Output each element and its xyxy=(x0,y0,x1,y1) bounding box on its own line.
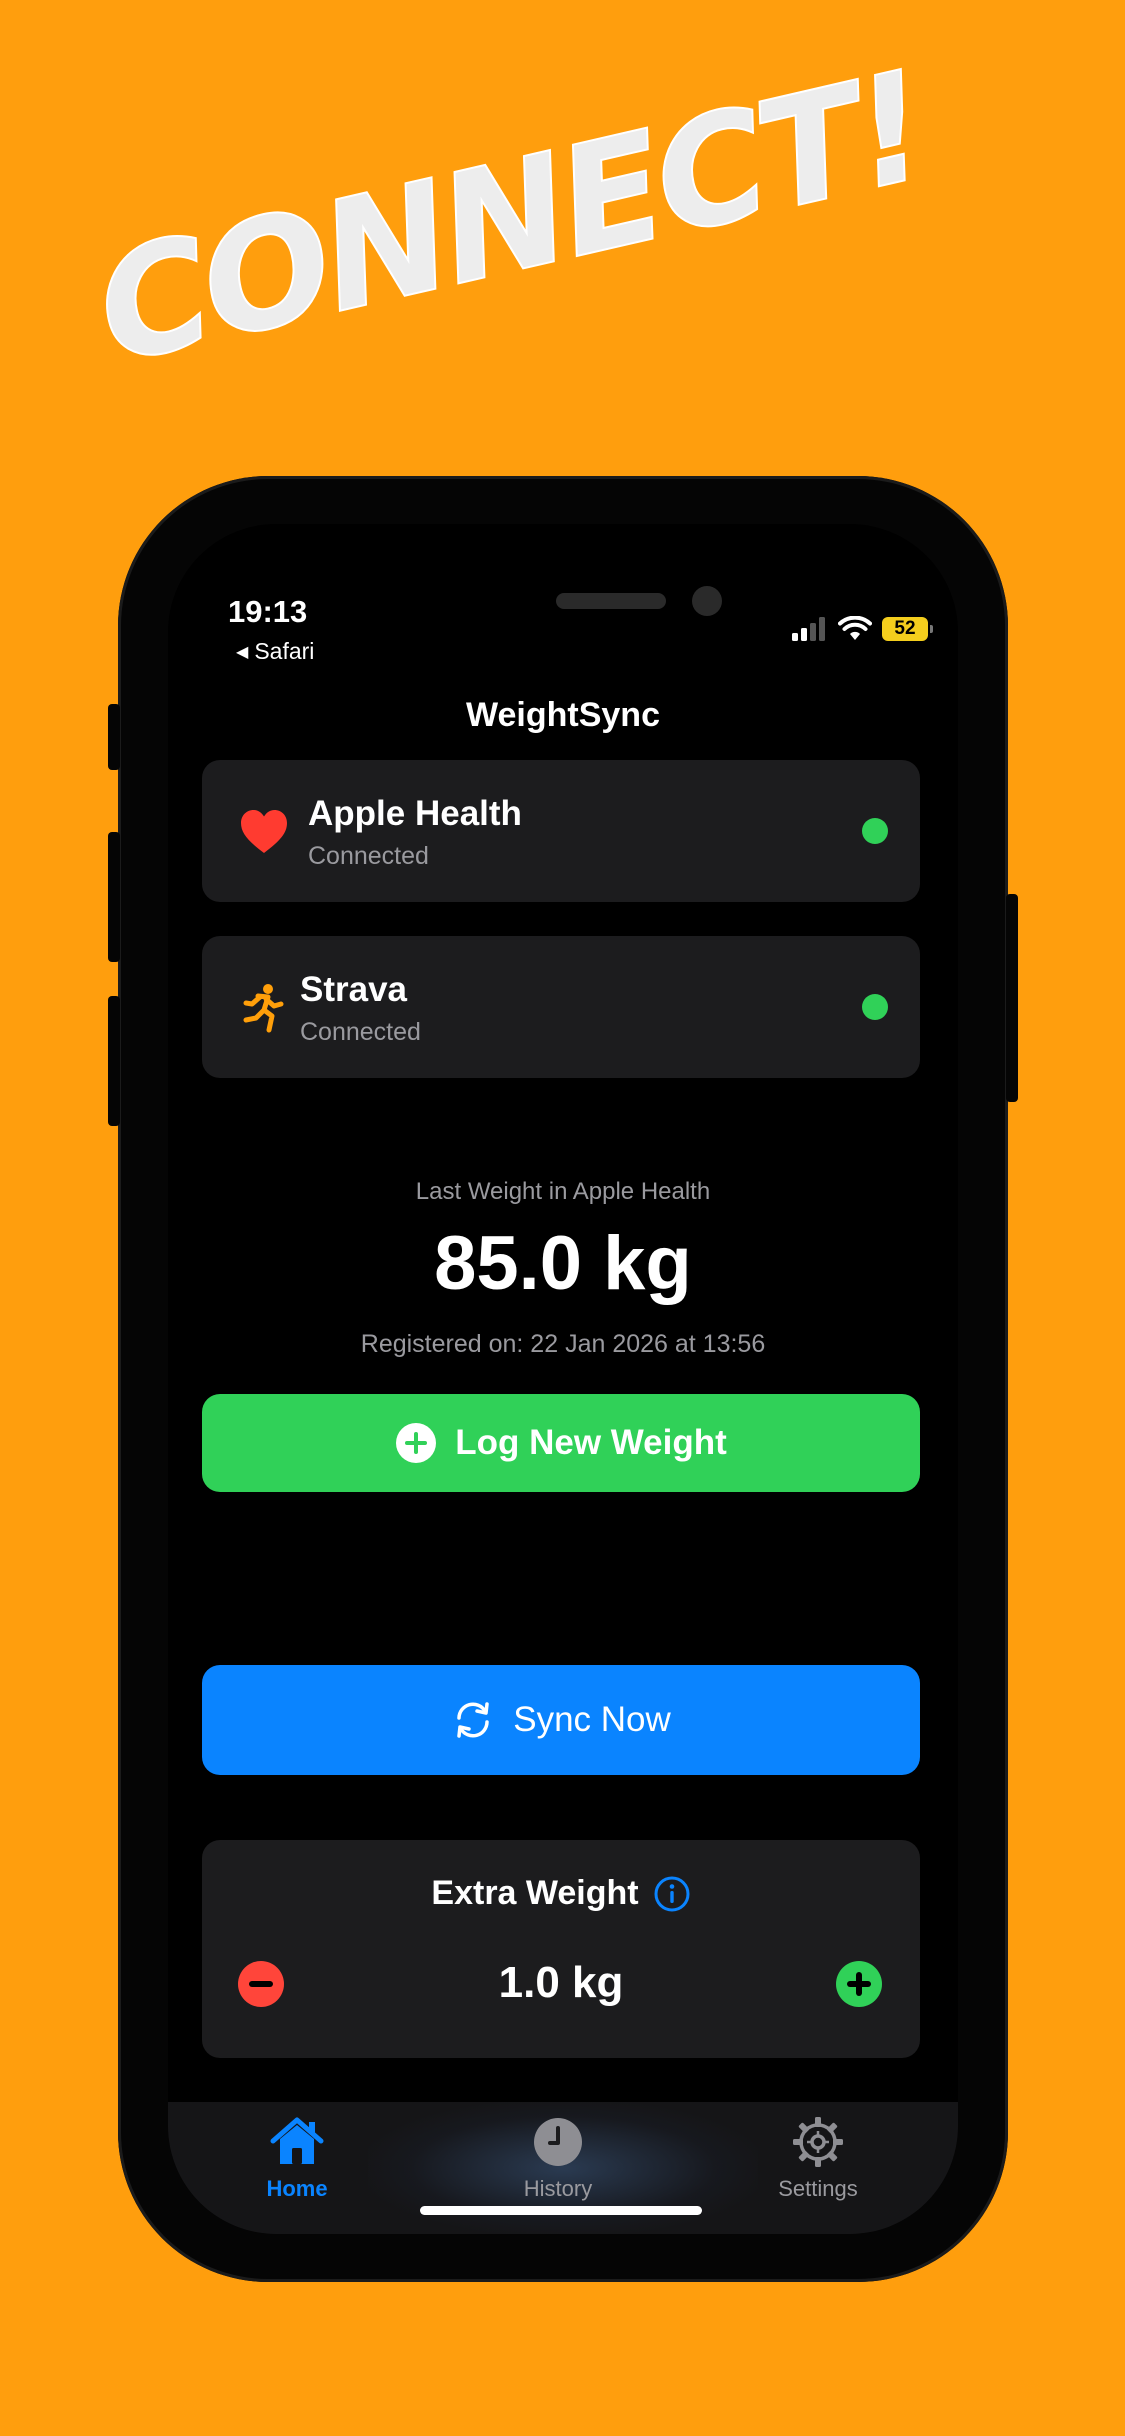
tab-label: Settings xyxy=(778,2176,858,2201)
service-name: Apple Health xyxy=(308,794,522,833)
speaker-grille xyxy=(556,593,666,609)
last-weight-label: Last Weight in Apple Health xyxy=(415,1178,711,1205)
status-time: 19:13 xyxy=(228,594,308,629)
plus-circle-icon xyxy=(396,1423,437,1463)
info-icon[interactable] xyxy=(653,1875,691,1913)
plus-icon xyxy=(847,1972,871,1996)
increase-weight-button[interactable] xyxy=(836,1961,882,2007)
phone-screen: 19:13 ◀ Safari 52 WeightSync Apple Healt… xyxy=(168,524,958,2234)
log-button-label: Log New Weight xyxy=(455,1423,727,1462)
headline-text: CONNECT! xyxy=(82,40,940,398)
back-triangle-icon: ◀ xyxy=(236,643,249,661)
tab-home[interactable]: Home xyxy=(227,2114,367,2202)
registered-date: Registered on: 22 Jan 2026 at 13:56 xyxy=(360,1330,766,1358)
log-new-weight-button[interactable]: Log New Weight xyxy=(202,1394,920,1492)
cellular-signal-icon xyxy=(792,617,825,641)
gear-icon xyxy=(793,2117,843,2167)
last-weight-value: 85.0 kg xyxy=(434,1221,692,1306)
tab-settings[interactable]: Settings xyxy=(748,2114,888,2202)
mute-switch xyxy=(108,704,120,770)
connected-status-dot xyxy=(862,994,888,1020)
back-to-safari-link[interactable]: ◀ Safari xyxy=(236,638,314,665)
sync-now-button[interactable]: Sync Now xyxy=(202,1665,920,1775)
phone-frame: 19:13 ◀ Safari 52 WeightSync Apple Healt… xyxy=(108,476,1018,2282)
service-card-apple-health[interactable]: Apple Health Connected xyxy=(202,760,920,902)
battery-icon: 52 xyxy=(882,617,933,641)
extra-weight-value: 1.0 kg xyxy=(498,1958,624,2007)
app-title: WeightSync xyxy=(466,696,660,734)
clock-icon xyxy=(534,2118,582,2166)
service-card-strava[interactable]: Strava Connected xyxy=(202,936,920,1078)
service-name: Strava xyxy=(300,970,408,1009)
extra-weight-header: Extra Weight xyxy=(202,1874,920,1913)
back-app-label: Safari xyxy=(254,638,315,664)
heart-icon xyxy=(241,810,287,853)
service-status: Connected xyxy=(300,1018,421,1046)
status-indicators: 52 xyxy=(792,616,933,642)
power-button xyxy=(1006,894,1018,1102)
tab-label: Home xyxy=(266,2176,328,2201)
extra-weight-card: Extra Weight 1.0 kg xyxy=(202,1840,920,2058)
connected-status-dot xyxy=(862,818,888,844)
volume-up-button xyxy=(108,832,120,962)
runner-icon xyxy=(243,984,284,1033)
tab-history[interactable]: History xyxy=(488,2114,628,2202)
service-status: Connected xyxy=(308,842,429,870)
extra-weight-title: Extra Weight xyxy=(431,1874,639,1912)
home-indicator[interactable] xyxy=(420,2206,702,2215)
sync-icon xyxy=(457,1702,489,1738)
sync-button-label: Sync Now xyxy=(513,1700,671,1739)
wifi-icon xyxy=(838,616,872,640)
volume-down-button xyxy=(108,996,120,1126)
battery-level: 52 xyxy=(894,618,916,639)
tab-label: History xyxy=(523,2176,593,2201)
front-camera xyxy=(692,586,722,616)
headline-title: CONNECT! xyxy=(81,39,941,399)
house-icon xyxy=(270,2117,324,2164)
